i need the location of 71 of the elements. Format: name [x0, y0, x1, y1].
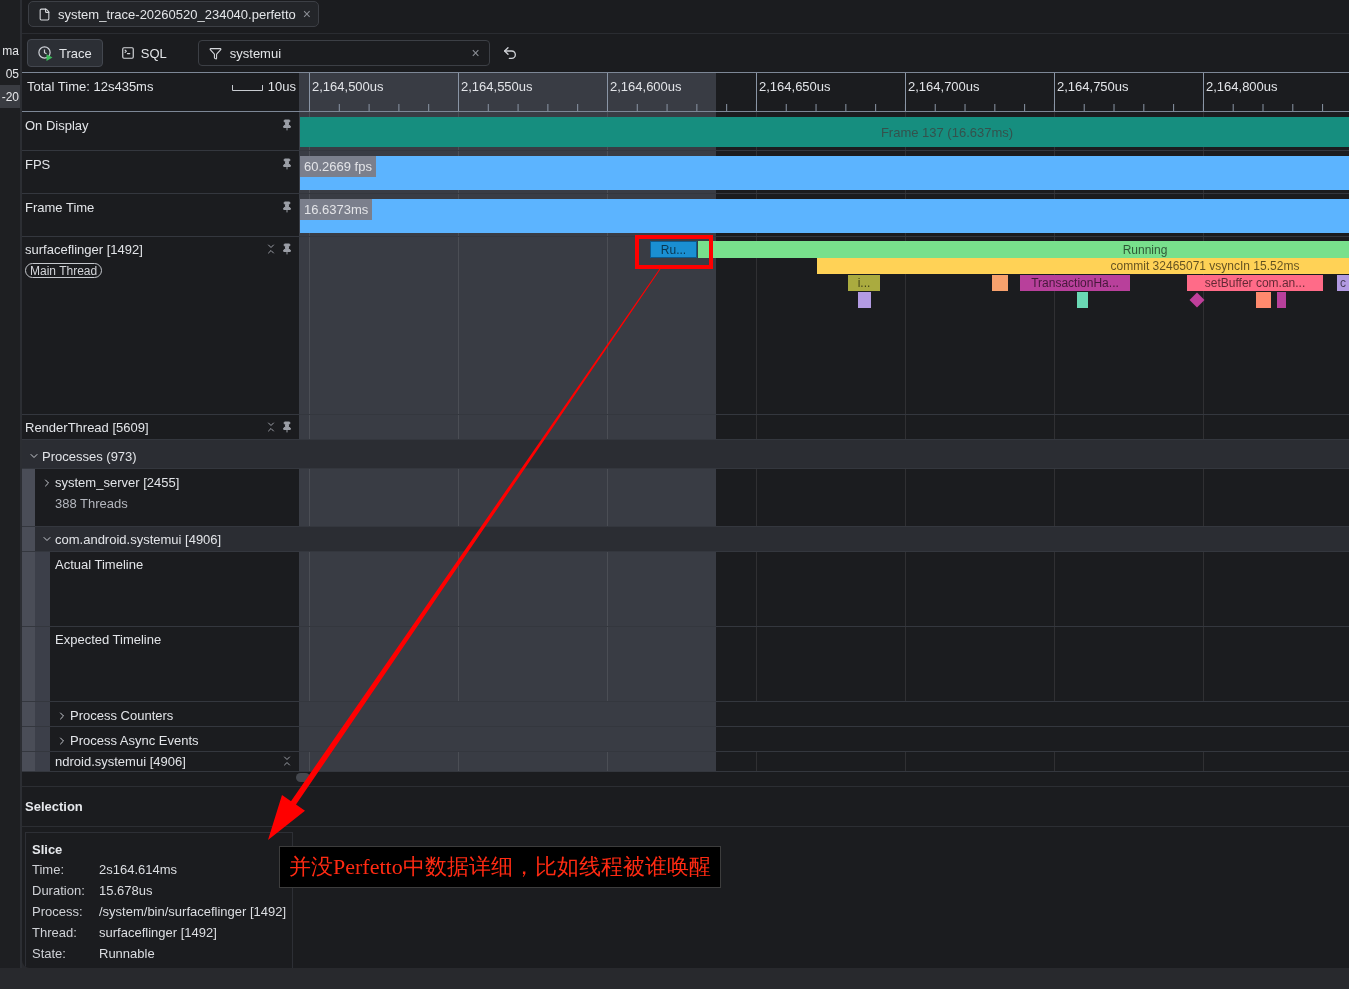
mode-button[interactable]: SQL	[109, 39, 178, 67]
trace-slice[interactable]: commit 32465071 vsyncIn 15.52ms	[817, 258, 1349, 274]
ruler-label: 2,164,550us	[461, 79, 534, 96]
ruler-label: 2,164,500us	[312, 79, 385, 96]
clock-play-icon	[38, 45, 53, 61]
ruler-label: 2,164,750us	[1057, 79, 1130, 96]
pin-icon[interactable]	[281, 421, 293, 433]
file-icon	[38, 7, 51, 21]
detail-value: 15.678us	[99, 882, 154, 900]
filter-icon	[208, 46, 222, 60]
details-heading: Slice	[32, 841, 64, 858]
detail-value: surfaceflinger [1492]	[99, 924, 218, 942]
thread-count: 388 Threads	[54, 496, 128, 511]
close-button[interactable]: ×	[302, 7, 311, 21]
group-header[interactable]: com.android.systemui [4906]	[35, 527, 1349, 551]
file-tab[interactable]: system_trace-20260520_234040.perfetto ×	[28, 1, 319, 27]
ruler-label: 2,164,700us	[908, 79, 981, 96]
track-title: Process Async Events	[70, 733, 199, 748]
tab-title: system_trace-20260520_234040.perfetto	[58, 6, 296, 22]
trace-slice[interactable]: Ru...	[650, 241, 697, 258]
track-title: system_server [2455]	[55, 475, 180, 490]
annotation-note: 并没Perfetto中数据详细，比如线程被谁唤醒	[279, 846, 721, 888]
track-title: RenderThread [5609]	[25, 420, 149, 435]
detail-key: Time:	[32, 859, 99, 880]
terminal-icon	[120, 46, 135, 60]
undo-button[interactable]	[501, 45, 518, 61]
track-title: Actual Timeline	[55, 557, 144, 572]
pin-icon[interactable]	[281, 119, 293, 131]
detail-key: Process:	[32, 901, 99, 922]
track-title: ndroid.systemui [4906]	[55, 754, 186, 769]
group-header[interactable]: Processes (973)	[22, 444, 1349, 468]
total-time: Total Time: 12s435ms	[27, 79, 154, 94]
clear-button[interactable]: ×	[471, 46, 480, 60]
track-title: Expected Timeline	[55, 632, 162, 647]
track-title: surfaceflinger [1492]	[25, 242, 143, 257]
counter-value: 60.2669 fps	[300, 156, 376, 177]
counter-value: 16.6373ms	[300, 199, 373, 220]
detail-key: State:	[32, 943, 99, 964]
detail-value: Runnable	[99, 945, 156, 963]
pin-icon[interactable]	[281, 201, 293, 213]
trace-slice[interactable]: i...	[848, 275, 880, 291]
mode-button[interactable]: Trace	[27, 39, 103, 67]
detail-key: Duration:	[32, 880, 99, 901]
panel-title: Selection	[25, 799, 83, 814]
indent-guide	[22, 752, 35, 771]
collapse-icon[interactable]	[281, 755, 293, 767]
ruler-label: 2,164,600us	[610, 79, 683, 96]
sidebar-item[interactable]: 05	[0, 62, 20, 85]
trace-slice[interactable]: Running	[698, 241, 1349, 258]
detail-key: Thread:	[32, 922, 99, 943]
detail-value: /system/bin/surfaceflinger [1492]	[99, 903, 287, 921]
track-title: FPS	[25, 157, 51, 172]
pin-icon[interactable]	[281, 243, 293, 255]
trace-slice[interactable]: setBuffer com.an...	[1187, 275, 1323, 291]
scale-bar-icon	[231, 85, 263, 91]
ruler-label: 2,164,650us	[759, 79, 832, 96]
undo-arrow-icon	[501, 45, 518, 61]
detail-value: 2s164.614ms	[99, 861, 179, 879]
pin-icon[interactable]	[281, 158, 293, 170]
track-title: On Display	[25, 118, 89, 133]
sidebar-item[interactable]: -20	[0, 85, 20, 108]
sidebar-item[interactable]: ma	[0, 39, 20, 62]
collapse-icon[interactable]	[265, 243, 277, 255]
scale-label: 10us	[267, 79, 296, 94]
track-title: Frame Time	[25, 200, 95, 215]
collapse-icon[interactable]	[265, 421, 277, 433]
track-title: Process Counters	[70, 708, 174, 723]
trace-slice[interactable]: c	[1337, 275, 1349, 291]
filter-field[interactable]: systemui ×	[197, 40, 490, 66]
ruler-label: 2,164,800us	[1206, 79, 1278, 96]
indent-guide	[22, 727, 35, 751]
